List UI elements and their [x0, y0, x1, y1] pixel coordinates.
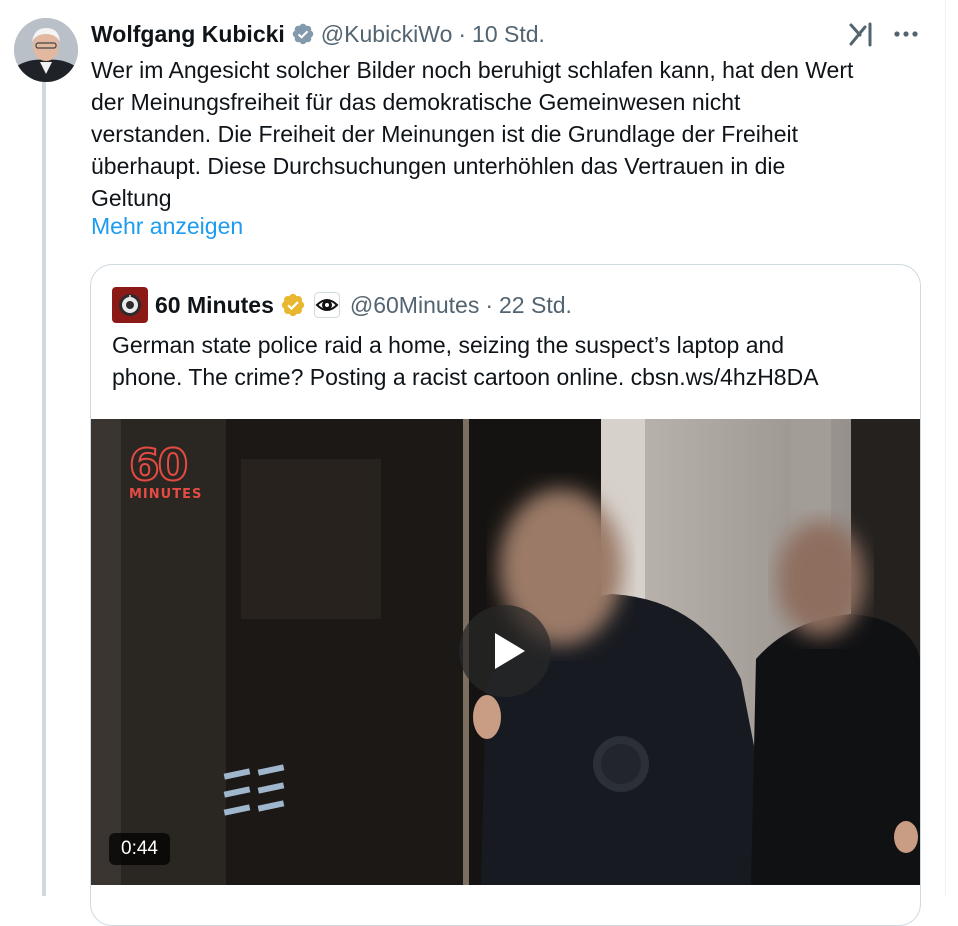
- tweet-text-line: überhaupt. Diese Durchsuchungen unterhöh…: [91, 153, 786, 179]
- quote-text-line: German state police raid a home, seizing…: [112, 332, 785, 358]
- 60-minutes-watermark: 60 MINUTES: [128, 440, 203, 503]
- author-handle[interactable]: @KubickiWo: [321, 21, 453, 48]
- separator-dot: ·: [485, 291, 494, 318]
- author-name[interactable]: Wolfgang Kubicki: [91, 21, 285, 48]
- quote-header: 60 Minutes @60Minutes · 22 Std.: [155, 287, 572, 323]
- video-duration: 0:44: [109, 833, 170, 865]
- quote-author-handle[interactable]: @60Minutes: [350, 292, 479, 319]
- column-divider: [945, 0, 946, 896]
- gold-verified-badge-icon: [281, 293, 304, 317]
- timestamp[interactable]: 10 Std.: [472, 21, 545, 48]
- video-player[interactable]: 60 MINUTES 0:44: [91, 419, 920, 885]
- tweet-text-line: verstanden. Die Freiheit der Meinungen i…: [91, 121, 798, 147]
- quote-author-name[interactable]: 60 Minutes: [155, 292, 274, 319]
- tweet-text: Wer im Angesicht solcher Bilder noch ber…: [91, 54, 931, 214]
- quote-text-line: phone. The crime? Posting a racist carto…: [112, 364, 819, 390]
- cbs-eye-icon[interactable]: [313, 292, 340, 318]
- avatar[interactable]: [14, 18, 78, 82]
- thread-connector-line: [42, 82, 46, 896]
- tweet-header: Wolfgang Kubicki @KubickiWo · 10 Std.: [91, 18, 545, 50]
- more-icon[interactable]: [888, 22, 924, 46]
- watermark-number: 60: [128, 440, 189, 491]
- quote-timestamp[interactable]: 22 Std.: [499, 292, 572, 319]
- quoted-tweet-card[interactable]: 60 Minutes @60Minutes · 22 Std. German s…: [90, 264, 921, 926]
- verified-badge-icon: [292, 23, 314, 45]
- show-more-link[interactable]: Mehr anzeigen: [91, 213, 243, 240]
- tweet-text-line: der Meinungsfreiheit für das demokratisc…: [91, 89, 741, 115]
- play-button[interactable]: [459, 605, 551, 697]
- tweet-text-line: Wer im Angesicht solcher Bilder noch ber…: [91, 57, 854, 83]
- quote-avatar[interactable]: [112, 287, 148, 323]
- grok-icon[interactable]: [846, 18, 878, 50]
- tweet-text-line: Geltung: [91, 185, 172, 211]
- play-icon: [495, 633, 525, 669]
- watermark-word: MINUTES: [129, 487, 203, 502]
- separator-dot: ·: [458, 20, 467, 47]
- quote-text: German state police raid a home, seizing…: [112, 329, 902, 393]
